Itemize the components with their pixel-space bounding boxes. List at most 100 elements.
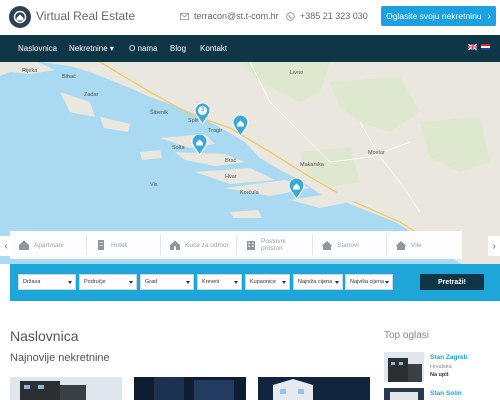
map-label-korcula: Korčula <box>240 190 259 196</box>
beds-select[interactable]: Kreveti <box>197 274 242 290</box>
select-value: Kupaonice <box>250 279 276 285</box>
house-icon <box>170 240 180 250</box>
top-ad-title[interactable]: Stan Solin <box>430 390 462 397</box>
top-ad-region: Hrvatska <box>430 364 452 370</box>
map-property-pin[interactable] <box>232 115 249 137</box>
envelope-icon <box>180 12 189 20</box>
nav-item-blog[interactable]: Blog <box>170 35 186 62</box>
category-label: Stanovi <box>337 241 359 249</box>
select-value: Najniža cijena <box>298 279 333 285</box>
category-stanovi[interactable]: Stanovi <box>313 235 387 255</box>
caret-down-icon <box>129 281 133 284</box>
bathrooms-select[interactable]: Kupaonice <box>245 274 290 290</box>
map-cluster-pin[interactable]: 3 <box>194 103 211 125</box>
select-value: Najviša cijena <box>350 279 384 285</box>
city-select[interactable]: Grad <box>140 274 194 290</box>
page: Virtual Real Estate terracon@st.t-com.hr… <box>0 0 500 400</box>
caret-down-icon <box>282 281 286 284</box>
page-title: Naslovnica <box>10 328 79 344</box>
category-apartmani[interactable]: Apartmani <box>10 235 87 255</box>
email-contact[interactable]: terracon@st.t-com.hr <box>180 11 279 21</box>
category-label: Kuće za odmor <box>185 241 229 249</box>
category-hoteli[interactable]: Hoteli <box>87 235 161 255</box>
caret-down-icon <box>186 281 190 284</box>
select-value: Grad <box>145 279 158 285</box>
top-ad-price: Na upit <box>430 372 449 378</box>
top-header: Virtual Real Estate terracon@st.t-com.hr… <box>0 0 500 35</box>
phone-contact[interactable]: +385 21 323 030 <box>286 11 368 21</box>
property-thumbnail[interactable] <box>258 377 370 400</box>
search-button[interactable]: Pretraži! <box>420 274 484 290</box>
phone-text: +385 21 323 030 <box>300 11 368 21</box>
map-label-livno: Livno <box>290 70 304 76</box>
building-photo <box>258 377 370 400</box>
map-label-sibenik: Šibenik <box>150 110 169 116</box>
category-label: Poslovni prostori <box>261 238 286 252</box>
language-switcher <box>468 44 490 50</box>
building-icon <box>98 240 104 250</box>
category-poslovni-prostori[interactable]: Poslovni prostori <box>237 235 313 255</box>
top-ad-item[interactable]: Stan Solin <box>384 388 496 400</box>
max-price-select[interactable]: Najviša cijena <box>345 274 393 290</box>
building-photo <box>10 377 122 400</box>
map-label-makarska: Makarska <box>300 162 324 168</box>
chevron-right-icon: › <box>487 10 491 22</box>
top-ad-image <box>384 388 424 400</box>
categories-next-button[interactable]: › <box>488 236 500 256</box>
nav-item-naslovnica[interactable]: Naslovnica <box>18 35 57 62</box>
caret-down-icon <box>335 281 339 284</box>
main-navbar: Naslovnica Nekretnine ▾ O nama Blog Kont… <box>0 35 500 62</box>
top-ad-item[interactable]: Stan Zagreb Hrvatska Na upit <box>384 352 496 382</box>
roof-icon <box>395 241 407 250</box>
select-value: Područje <box>84 279 106 285</box>
map-label-hvar: Hvar <box>225 174 237 180</box>
top-ad-title[interactable]: Stan Zagreb <box>430 354 468 361</box>
map-label-vis: Vis <box>150 182 158 188</box>
top-ads-heading: Top oglasi <box>384 330 430 341</box>
phone-icon <box>286 11 295 21</box>
country-select[interactable]: Država <box>18 274 76 290</box>
latest-properties-heading: Najnovije nekretnine <box>10 352 110 364</box>
select-value: Država <box>23 279 41 285</box>
category-strip: Apartmani Hoteli Kuće za odmor Poslovni … <box>10 231 462 259</box>
category-label: Vile <box>411 241 422 249</box>
caret-down-icon <box>234 281 238 284</box>
property-search-bar: Država Područje Grad Kreveti Kupaonice N… <box>10 264 500 301</box>
uk-flag-icon[interactable] <box>468 44 477 50</box>
property-thumbnail[interactable] <box>134 377 246 400</box>
office-icon <box>247 241 255 250</box>
min-price-select[interactable]: Najniža cijena <box>293 274 343 290</box>
caret-down-icon <box>68 281 72 284</box>
property-thumbnail[interactable] <box>10 377 122 400</box>
nav-item-nekretnine[interactable]: Nekretnine ▾ <box>69 35 114 62</box>
map-label-rijeka: Rijeka <box>22 68 38 74</box>
caret-down-icon <box>385 281 389 284</box>
category-label: Apartmani <box>34 241 64 249</box>
house-icon <box>19 240 29 250</box>
email-text: terracon@st.t-com.hr <box>194 11 279 21</box>
top-ad-image <box>384 352 424 382</box>
category-label: Hoteli <box>111 241 128 249</box>
map-label-brac: Brač <box>225 158 237 164</box>
map-label-solta: Solta <box>172 145 185 151</box>
category-kuce-za-odmor[interactable]: Kuće za odmor <box>161 235 237 255</box>
roof-icon <box>321 241 333 250</box>
logo-icon[interactable] <box>9 6 31 28</box>
map-label-trogir: Trogir <box>208 128 223 134</box>
map-label-zadar: Zadar <box>84 92 99 98</box>
select-value: Kreveti <box>202 279 220 285</box>
post-listing-label: Oglasite svoju nekretninu <box>386 11 482 21</box>
post-listing-button[interactable]: Oglasite svoju nekretninu › <box>381 6 496 26</box>
nav-item-kontakt[interactable]: Kontakt <box>200 35 227 62</box>
area-select[interactable]: Područje <box>79 274 137 290</box>
interior-photo <box>134 377 246 400</box>
cluster-count: 3 <box>200 107 205 113</box>
croatian-flag-icon[interactable] <box>481 44 490 50</box>
map-property-pin[interactable] <box>191 134 208 156</box>
map-property-pin[interactable] <box>288 178 305 200</box>
map-label-bihac: Bihać <box>62 74 76 80</box>
category-vile[interactable]: Vile <box>387 235 462 255</box>
map-label-mostar: Mostar <box>368 150 385 156</box>
nav-item-o-nama[interactable]: O nama <box>129 35 157 62</box>
brand-name[interactable]: Virtual Real Estate <box>36 9 135 23</box>
